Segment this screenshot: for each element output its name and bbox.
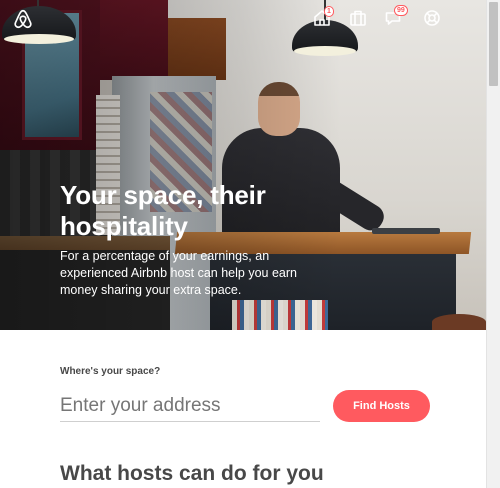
- hero-subtitle-line: For a percentage of your earnings, an: [60, 249, 270, 263]
- host-search-form: Where's your space? Find Hosts: [60, 366, 440, 422]
- hero-title-line: Your space, their: [60, 180, 266, 210]
- address-label: Where's your space?: [60, 366, 161, 377]
- hero-subtitle-line: money sharing your extra space.: [60, 283, 242, 297]
- host-home-icon[interactable]: 1: [312, 6, 334, 28]
- hero-title: Your space, their hospitality: [60, 180, 360, 242]
- hero-subtitle: For a percentage of your earnings, an ex…: [60, 248, 360, 299]
- hero-title-line: hospitality: [60, 211, 188, 241]
- airbnb-logo-icon[interactable]: [12, 8, 34, 30]
- messages-icon[interactable]: 99: [384, 5, 408, 28]
- page: 1 99 Your space, their hospitality For a…: [0, 0, 500, 488]
- section-title: What hosts can do for you: [60, 462, 324, 485]
- scrollbar[interactable]: [486, 0, 500, 488]
- messages-badge: 99: [394, 5, 408, 16]
- hero-text: Your space, their hospitality For a perc…: [60, 180, 360, 299]
- trips-suitcase-icon[interactable]: [348, 8, 368, 28]
- help-lifebuoy-icon[interactable]: [422, 8, 442, 28]
- address-input[interactable]: [60, 390, 320, 422]
- find-hosts-button[interactable]: Find Hosts: [333, 390, 430, 422]
- host-badge: 1: [324, 6, 334, 17]
- scrollbar-thumb[interactable]: [489, 2, 498, 86]
- hero-subtitle-line: experienced Airbnb host can help you ear…: [60, 266, 297, 280]
